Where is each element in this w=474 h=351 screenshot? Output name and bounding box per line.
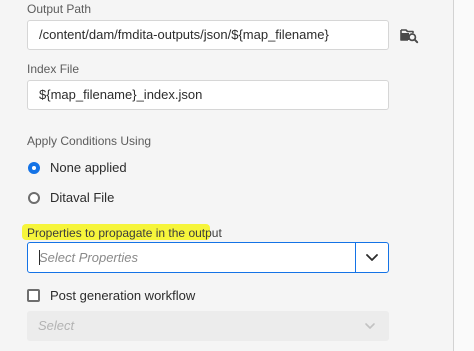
output-settings-panel: Output Path /content/dam/fmdita-outputs/… xyxy=(0,0,453,351)
post-generation-checkbox[interactable] xyxy=(27,289,40,302)
radio-none-applied[interactable] xyxy=(28,162,40,174)
adjacent-panel xyxy=(454,0,474,351)
text-caret xyxy=(39,250,40,265)
workflow-select: Select xyxy=(27,311,389,341)
folder-search-icon[interactable] xyxy=(399,25,419,45)
properties-label: Properties to propagate in the output xyxy=(27,226,222,240)
chevron-down-icon xyxy=(365,323,375,329)
post-generation-label[interactable]: Post generation workflow xyxy=(50,288,195,303)
index-file-label: Index File xyxy=(27,62,80,76)
output-path-label: Output Path xyxy=(27,2,92,16)
output-path-field[interactable]: /content/dam/fmdita-outputs/json/${map_f… xyxy=(27,20,389,50)
radio-none-applied-label[interactable]: None applied xyxy=(50,160,127,175)
properties-input[interactable]: Select Properties xyxy=(28,243,356,272)
radio-ditaval-file-label[interactable]: Ditaval File xyxy=(50,190,114,205)
workflow-select-placeholder: Select xyxy=(38,318,75,333)
properties-dropdown-button[interactable] xyxy=(356,243,388,272)
chevron-down-icon xyxy=(366,254,378,261)
radio-ditaval-file[interactable] xyxy=(28,192,40,204)
properties-combobox[interactable]: Select Properties xyxy=(27,242,389,273)
index-file-field[interactable]: ${map_filename}_index.json xyxy=(27,80,389,110)
apply-conditions-label: Apply Conditions Using xyxy=(27,134,152,148)
